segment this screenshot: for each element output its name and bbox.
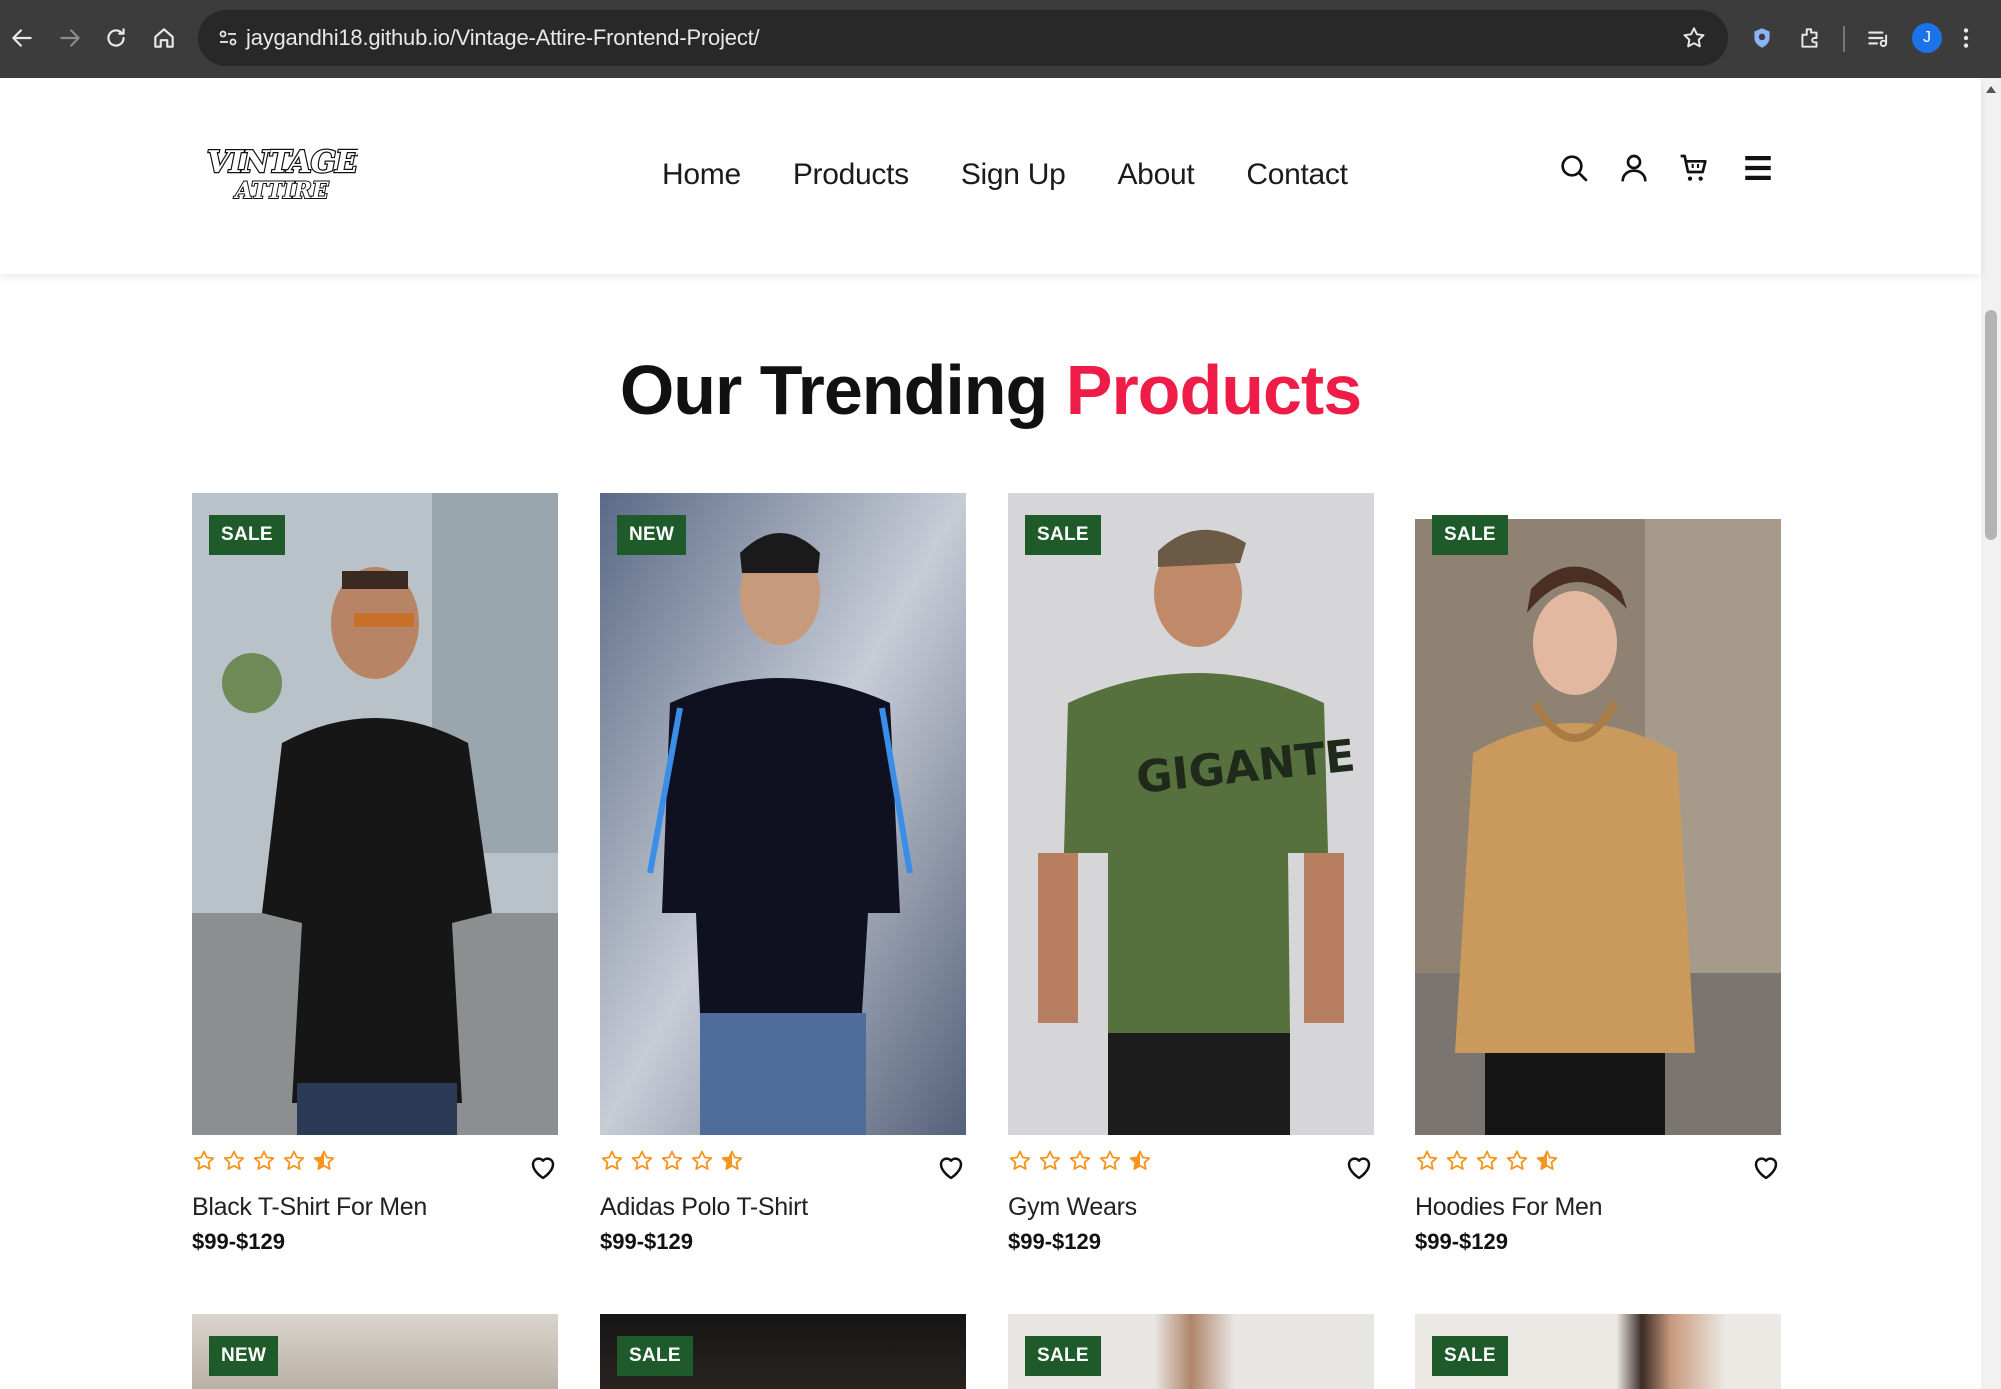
product-image[interactable]: SALE [1415,1314,1781,1389]
badge-sale: SALE [1432,515,1508,555]
vintage-attire-logo[interactable]: VINTAGE ATTIRE [206,138,362,205]
nav-home[interactable]: Home [662,158,741,192]
star-icon [223,1150,245,1170]
search-icon[interactable] [1554,148,1594,188]
star-rating [1415,1149,1559,1173]
section-title-dark: Our Trending [619,351,1066,429]
menu-icon[interactable] [1738,148,1778,188]
section-title-accent: Products [1065,351,1362,429]
toolbar-divider [1843,26,1845,52]
bookmark-star-icon[interactable] [1678,22,1710,54]
product-image[interactable]: SALE [600,1314,966,1389]
main-nav: Home Products Sign Up About Contact [662,158,1348,192]
star-icon [661,1150,683,1170]
url-text[interactable]: jaygandhi18.github.io/Vintage-Attire-Fro… [246,25,760,51]
user-icon[interactable] [1614,148,1654,188]
extensions-puzzle-icon[interactable] [1790,18,1830,58]
star-rating [1008,1149,1152,1173]
product-card[interactable]: SALE [1008,1314,1374,1389]
forward-icon[interactable] [50,18,90,58]
product-image-hoodies[interactable]: SALE [1415,493,1781,1135]
product-card[interactable]: SALE Hoodies For Men $99-$129 [1415,493,1781,1254]
nav-products[interactable]: Products [793,158,909,192]
nav-about[interactable]: About [1117,158,1194,192]
badge-sale: SALE [1025,515,1101,555]
badge-new: NEW [209,1336,279,1376]
badge-sale: SALE [1025,1336,1101,1376]
product-card[interactable]: NEW [192,1314,558,1389]
product-price: $99-$129 [1008,1229,1101,1254]
product-name[interactable]: Adidas Polo T-Shirt [600,1193,808,1222]
heart-icon[interactable] [936,1153,966,1183]
product-name[interactable]: Hoodies For Men [1415,1193,1603,1222]
section-title: Our Trending Products [0,350,1981,430]
browser-toolbar: jaygandhi18.github.io/Vintage-Attire-Fro… [0,0,2001,78]
scroll-up-arrow[interactable] [1986,86,1996,93]
product-price: $99-$129 [192,1229,285,1254]
product-price: $99-$129 [1415,1229,1508,1254]
star-icon [1416,1150,1438,1170]
badge-sale: SALE [617,1336,693,1376]
star-icon [691,1150,713,1170]
star-half-icon [721,1150,743,1170]
product-image-adidas-polo[interactable]: NEW [600,493,966,1135]
product-card[interactable]: NEW Adidas Polo T-Shirt $99-$129 [600,493,966,1254]
star-icon [253,1150,275,1170]
nav-contact[interactable]: Contact [1246,158,1348,192]
svg-text:ATTIRE: ATTIRE [233,178,329,202]
badge-sale: SALE [209,515,285,555]
star-half-icon [1536,1150,1558,1170]
star-icon [1039,1150,1061,1170]
back-icon[interactable] [2,18,42,58]
svg-text:VINTAGE: VINTAGE [207,145,358,180]
star-icon [631,1150,653,1170]
site-info-icon[interactable] [212,22,244,54]
product-image-black-tshirt[interactable]: SALE [192,493,558,1135]
product-image[interactable]: NEW [192,1314,558,1389]
badge-new: NEW [617,515,687,555]
more-options-icon[interactable] [1952,18,1980,58]
extension-shield-icon[interactable] [1742,18,1782,58]
product-name[interactable]: Gym Wears [1008,1193,1137,1222]
star-icon [1069,1150,1091,1170]
page-scrollbar[interactable] [1981,78,2001,1389]
address-bar[interactable]: jaygandhi18.github.io/Vintage-Attire-Fro… [198,10,1728,66]
product-name[interactable]: Black T-Shirt For Men [192,1193,427,1222]
scroll-thumb[interactable] [1985,310,1997,540]
star-icon [193,1150,215,1170]
product-card[interactable]: SALE [1415,1314,1781,1389]
product-image-gym-wears[interactable]: GIGANTE SALE [1008,493,1374,1135]
product-card[interactable]: SALE [600,1314,966,1389]
heart-icon[interactable] [1751,1153,1781,1183]
star-icon [1446,1150,1468,1170]
home-icon[interactable] [144,18,184,58]
product-card[interactable]: GIGANTE SALE Gym Wears $99-$129 [1008,493,1374,1254]
star-icon [1009,1150,1031,1170]
reload-icon[interactable] [96,18,136,58]
cart-icon[interactable] [1674,148,1714,188]
heart-icon[interactable] [528,1153,558,1183]
nav-sign-up[interactable]: Sign Up [961,158,1066,192]
star-rating [600,1149,744,1173]
star-icon [1476,1150,1498,1170]
star-icon [1099,1150,1121,1170]
star-half-icon [313,1150,335,1170]
profile-avatar[interactable]: J [1912,23,1942,53]
star-half-icon [1129,1150,1151,1170]
badge-sale: SALE [1432,1336,1508,1376]
site-header: VINTAGE ATTIRE Home Products Sign Up Abo… [0,78,1981,274]
star-icon [601,1150,623,1170]
heart-icon[interactable] [1344,1153,1374,1183]
star-rating [192,1149,336,1173]
product-card[interactable]: SALE Black T-Shirt For Men $99-$129 [192,493,558,1254]
star-icon [1506,1150,1528,1170]
star-icon [283,1150,305,1170]
media-queue-icon[interactable] [1858,18,1898,58]
product-price: $99-$129 [600,1229,693,1254]
product-image[interactable]: SALE [1008,1314,1374,1389]
